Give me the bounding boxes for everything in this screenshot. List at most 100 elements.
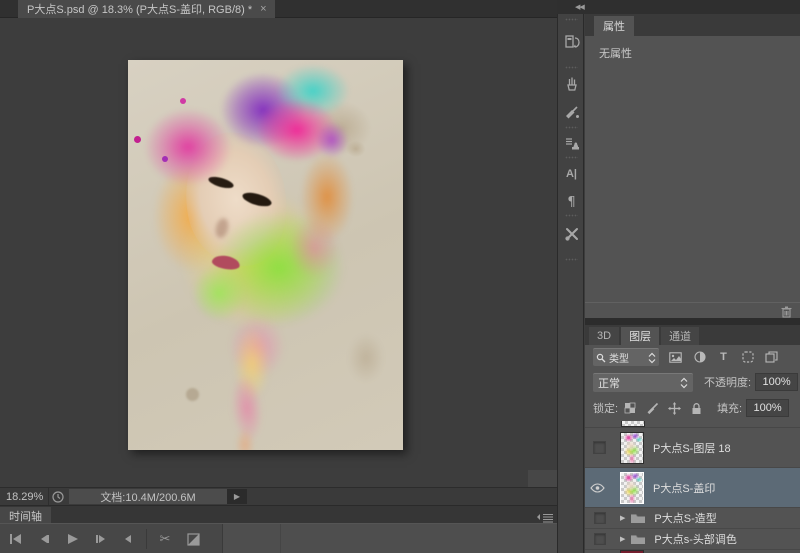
previous-frame-button[interactable] [30,528,58,550]
lock-pixels-brush-icon[interactable] [645,401,659,415]
document-tabbar: P大点S.psd @ 18.3% (P大点S-盖印, RGB/8) * × [0,0,557,18]
history-icon[interactable] [558,32,585,52]
no-properties-text: 无属性 [599,45,632,61]
document-canvas[interactable] [128,60,403,450]
status-bar: 18.29% 文档:10.4M/200.6M ▶ [0,487,557,505]
filter-adjustment-layers-icon[interactable] [693,351,706,364]
visibility-toggle[interactable] [594,512,606,524]
document-size-indicator[interactable]: 文档:10.4M/200.6M [69,489,227,504]
artwork-paper-stain [186,388,199,401]
artwork-ink-dot [162,156,168,162]
tab-3d[interactable]: 3D [589,327,619,345]
layer-name: P大点S-盖印 [653,480,715,496]
opacity-value-field[interactable]: 100% [755,373,798,391]
expand-arrow-icon[interactable]: ▶ [620,535,625,543]
panel-collapse-bar: ◀◀ [557,0,800,14]
artwork-splash-orange [300,152,354,242]
clone-source-icon[interactable] [558,134,585,154]
document-tab[interactable]: P大点S.psd @ 18.3% (P大点S-盖印, RGB/8) * × [18,0,275,18]
tab-timeline[interactable]: 时间轴 [0,507,51,524]
layer-filter-icons: T [669,351,778,364]
brushes-icon[interactable] [558,74,585,94]
divider [280,524,281,553]
layer-group-row[interactable]: ▶ P大点S-造型 [585,508,800,529]
tab-channels[interactable]: 通道 [661,327,699,345]
filter-type-label: 类型 [609,350,629,365]
layer-row-partial-top[interactable] [585,421,800,428]
timeline-track-area[interactable] [222,524,557,553]
timeline-controls: ✂ [2,524,207,553]
artwork-paper-stain [342,325,390,391]
layers-tabbar: 3D 图层 通道 [585,325,800,345]
divider [146,529,147,549]
crossed-tools-icon[interactable] [558,224,585,244]
character-icon[interactable]: A| [558,164,585,184]
mixer-brush-icon[interactable] [558,102,585,122]
layers-panel-group: 3D 图层 通道 类型 T [585,325,800,553]
tab-properties[interactable]: 属性 [594,16,634,36]
layer-row[interactable]: P大点S-图层 18 [585,428,800,468]
fill-label: 填充: [717,400,742,416]
spinner-icon [680,377,688,389]
first-frame-button[interactable] [2,528,30,550]
layer-thumbnail[interactable] [620,472,644,504]
blend-mode-row: 正常 不透明度: 100% [585,369,800,395]
lock-transparency-icon[interactable] [623,401,637,415]
visibility-toggle[interactable] [593,441,606,454]
layer-filter-type-dropdown[interactable]: 类型 [593,348,659,366]
scrollbar-corner [528,470,557,487]
audio-toggle-icon[interactable] [114,528,142,550]
drag-handle [565,18,578,21]
layer-thumbnail[interactable] [620,432,644,464]
drag-handle [565,214,578,217]
blend-mode-value: 正常 [598,375,620,391]
status-menu-arrow-icon[interactable]: ▶ [227,489,247,504]
paragraph-icon[interactable]: ¶ [558,192,585,212]
lock-position-move-icon[interactable] [667,401,681,415]
zoom-level-field[interactable]: 18.29% [0,491,48,503]
layer-row-selected[interactable]: P大点S-盖印 [585,468,800,508]
pasteboard [0,18,557,487]
timing-icon [49,491,67,503]
drag-handle [565,66,578,69]
fill-value-field[interactable]: 100% [746,399,789,417]
layer-thumbnail [621,421,645,427]
lock-label: 锁定: [593,400,618,416]
filter-pixel-layers-icon[interactable] [669,351,682,364]
tab-layers[interactable]: 图层 [621,327,659,345]
photoshop-window: P大点S.psd @ 18.3% (P大点S-盖印, RGB/8) * × [0,0,800,553]
layer-group-row[interactable]: ▶ P大点s-头部调色 [585,529,800,550]
lock-row: 锁定: 填充: 100% [585,395,800,421]
split-clip-button[interactable]: ✂ [151,528,179,550]
next-frame-button[interactable] [86,528,114,550]
scissors-icon: ✂ [160,532,171,547]
transition-button[interactable] [179,528,207,550]
expand-arrow-icon[interactable]: ▶ [620,514,625,522]
layer-name: P大点S-图层 18 [653,440,731,456]
collapse-panels-icon[interactable]: ◀◀ [575,3,584,11]
close-icon[interactable]: × [260,4,266,15]
visibility-toggle[interactable] [594,533,606,545]
drag-handle [565,126,578,129]
filter-smart-objects-icon[interactable] [765,351,778,364]
opacity-label: 不透明度: [704,374,751,390]
panel-group-divider [585,318,800,325]
timeline-panel: ✂ [0,523,557,553]
drag-handle [565,156,578,159]
folder-icon [630,512,646,524]
filter-type-layers-icon[interactable]: T [717,351,730,364]
layer-list: P大点S-图层 18 P大点S-盖印 ▶ P大点S-造型 [585,421,800,553]
properties-footer [585,302,800,318]
properties-tabbar: 属性 [585,14,800,36]
lock-icons [623,401,703,415]
filter-shape-layers-icon[interactable] [741,351,754,364]
play-button[interactable] [58,528,86,550]
blend-mode-dropdown[interactable]: 正常 [593,373,693,392]
folder-icon [630,533,646,545]
visibility-toggle[interactable] [588,483,606,493]
panel-icon-strip: A| ¶ [557,14,584,553]
properties-panel: 无属性 [585,36,800,302]
artwork-splash-purple [310,116,354,164]
artwork-ink-dot [134,136,141,143]
lock-all-icon[interactable] [689,401,703,415]
